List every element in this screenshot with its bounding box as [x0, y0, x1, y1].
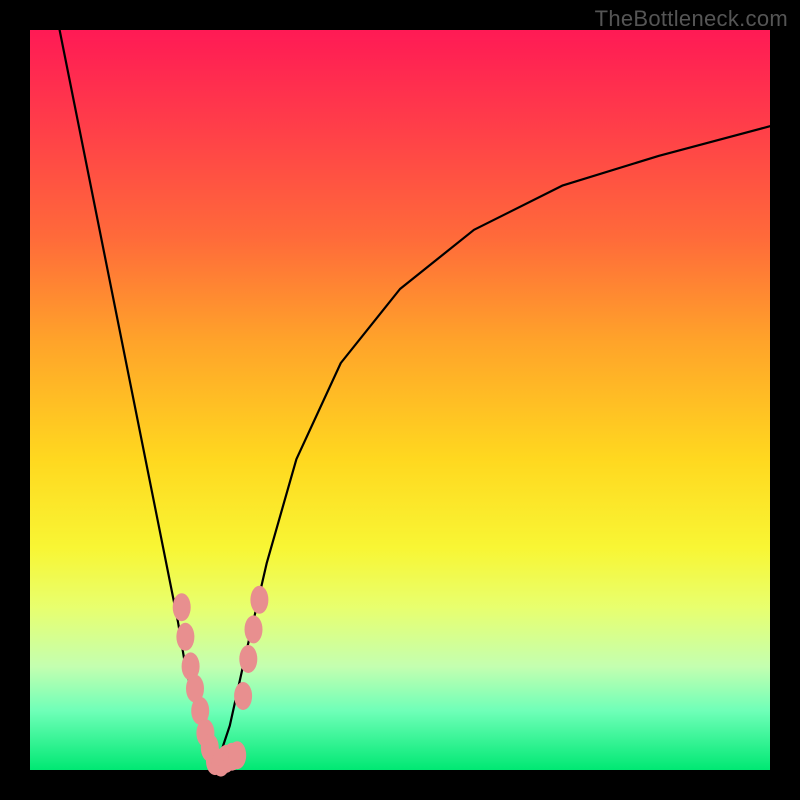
marker-dot [173, 593, 191, 621]
marker-dot [234, 682, 252, 710]
chart-frame: TheBottleneck.com [0, 0, 800, 800]
marker-dot [250, 586, 268, 614]
curve-svg [30, 30, 770, 770]
marker-dot [239, 645, 257, 673]
marker-dot [228, 741, 246, 769]
marker-dot [176, 623, 194, 651]
watermark-text: TheBottleneck.com [595, 6, 788, 32]
marker-dot [245, 615, 263, 643]
plot-area [30, 30, 770, 770]
curve-right [215, 126, 770, 770]
